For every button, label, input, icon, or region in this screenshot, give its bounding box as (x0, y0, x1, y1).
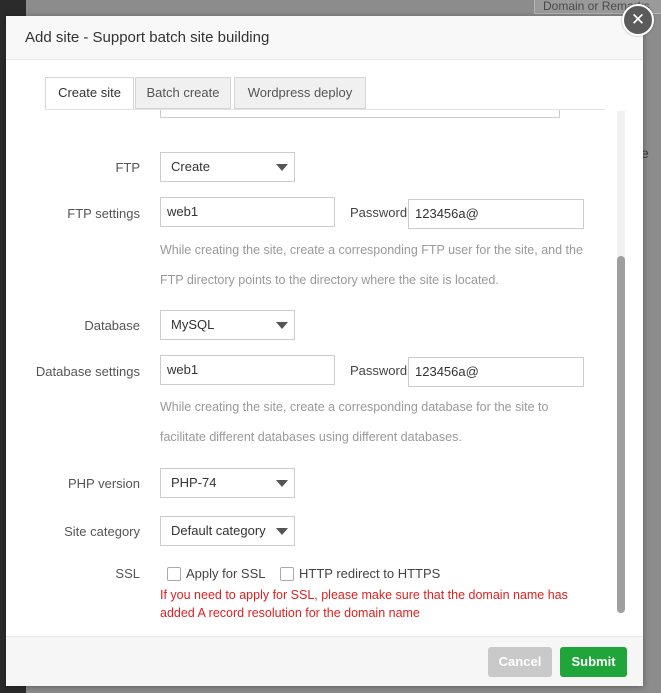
tab-create-site[interactable]: Create site (45, 77, 134, 110)
https-redirect-checkbox[interactable] (280, 567, 294, 581)
ftp-username-input[interactable]: web1 (160, 197, 335, 227)
site-category-select[interactable]: Default category (160, 516, 295, 546)
ssl-label: SSL (115, 566, 140, 581)
database-username-input[interactable]: web1 (160, 355, 335, 385)
tab-wordpress-deploy[interactable]: Wordpress deploy (234, 77, 366, 109)
ftp-settings-label: FTP settings (67, 206, 140, 221)
chevron-down-icon (276, 164, 288, 171)
database-hint-line1: While creating the site, create a corres… (160, 400, 549, 414)
database-select-value: MySQL (171, 317, 215, 332)
ftp-label: FTP (115, 160, 140, 175)
ftp-password-input[interactable]: 123456a@ (408, 199, 584, 229)
php-version-label: PHP version (67, 476, 140, 491)
add-site-dialog: Add site - Support batch site building C… (6, 16, 643, 686)
apply-ssl-checkbox[interactable] (167, 567, 181, 581)
site-category-label: Site category (64, 524, 140, 539)
php-version-select[interactable]: PHP-74 (160, 468, 295, 498)
chevron-down-icon (276, 528, 288, 535)
ftp-hint-line2: FTP directory points to the directory wh… (160, 273, 499, 287)
ftp-select-value: Create (171, 159, 211, 174)
ftp-hint-line1: While creating the site, create a corres… (160, 243, 583, 257)
cancel-button[interactable]: Cancel (488, 647, 552, 677)
submit-button[interactable]: Submit (560, 647, 627, 677)
domain-textarea-partial[interactable] (160, 110, 560, 118)
tab-batch-create[interactable]: Batch create (135, 77, 231, 109)
chevron-down-icon (276, 480, 288, 487)
ftp-password-label: Password (350, 205, 408, 220)
database-hint-line2: facilitate different databases using dif… (160, 430, 462, 444)
dialog-title: Add site - Support batch site building (25, 29, 270, 46)
site-category-select-value: Default category (171, 523, 266, 538)
php-version-select-value: PHP-74 (171, 475, 217, 490)
form-scroll-area: FTP Create FTP settings web1 Password 12… (6, 110, 616, 636)
https-redirect-label[interactable]: HTTP redirect to HTTPS (299, 566, 440, 581)
dialog-header: Add site - Support batch site building (6, 16, 643, 60)
database-password-input[interactable]: 123456a@ (408, 357, 584, 387)
apply-ssl-label[interactable]: Apply for SSL (186, 566, 266, 581)
ftp-select[interactable]: Create (160, 152, 295, 182)
database-label: Database (84, 318, 140, 333)
scrollbar-thumb[interactable] (617, 256, 625, 613)
close-icon[interactable]: ✕ (622, 4, 654, 36)
database-password-label: Password (350, 363, 408, 378)
database-settings-label: Database settings (35, 364, 140, 379)
database-select[interactable]: MySQL (160, 310, 295, 340)
chevron-down-icon (276, 322, 288, 329)
dialog-footer: Cancel Submit (6, 636, 643, 686)
ssl-warning-line2: added A record resolution for the domain… (160, 606, 420, 620)
ssl-warning-line1: If you need to apply for SSL, please mak… (160, 588, 568, 602)
